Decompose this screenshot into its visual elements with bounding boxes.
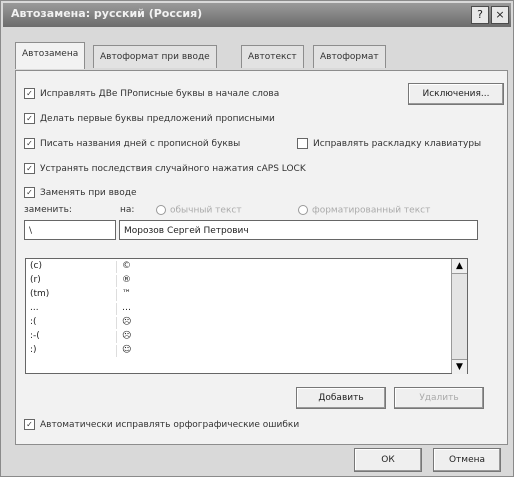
tab-autotext[interactable]: Автотекст [241,45,304,68]
option-capitalize-first-letter[interactable]: ✓ Делать первые буквы предложений прописн… [24,113,275,124]
formatted-text-option[interactable]: форматированный текст [298,205,430,216]
replacement-list[interactable]: (c) © (r) ® (tm) ™ ... … :( ☹ :-( ☹ :) ☺ ▲ ▼ [25,258,468,374]
with-label: на: [120,205,135,215]
option-two-initial-caps[interactable]: ✓ Исправлять ДВе ПРописные буквы в начале… [24,88,279,99]
list-item[interactable]: ... … [26,303,467,315]
list-item-value: ☺ [122,345,132,355]
checkbox[interactable]: ✓ [24,163,35,174]
window-title: Автозамена: русский (Россия) [11,7,203,20]
tab-autoformat[interactable]: Автоформат [313,45,386,68]
radio-button[interactable] [298,205,308,215]
option-label: Заменять при вводе [40,188,137,198]
option-label: Писать названия дней с прописной буквы [40,139,241,149]
list-item[interactable]: (tm) ™ [26,289,467,301]
checkbox[interactable] [297,138,308,149]
list-item[interactable]: (c) © [26,261,467,273]
with-input[interactable]: Морозов Сергей Петрович [119,220,478,240]
list-item-value: ☹ [122,317,132,327]
option-label: Делать первые буквы предложений прописны… [40,114,275,124]
option-capitalize-day-names[interactable]: ✓ Писать названия дней с прописной буквы [24,138,240,149]
list-item-key: (r) [30,275,41,285]
option-keyboard-layout[interactable]: Исправлять раскладку клавиатуры [297,138,481,149]
list-item-key: ... [30,303,39,313]
title-bar: Автозамена: русский (Россия) ? × [3,3,511,27]
list-item-key: (tm) [30,289,50,299]
column-divider [116,289,117,301]
help-button[interactable]: ? [471,6,489,24]
plain-text-option[interactable]: обычный текст [156,205,242,216]
exceptions-button[interactable]: Исключения... [408,83,504,105]
add-button[interactable]: Добавить [296,387,386,409]
list-item-key: :) [30,345,37,355]
column-divider [116,303,117,315]
list-item-value: ☹ [122,331,132,341]
list-item-key: :( [30,317,37,327]
checkbox[interactable]: ✓ [24,88,35,99]
option-label: Исправлять раскладку клавиатуры [313,139,482,149]
option-label: Устранять последствия случайного нажатия… [40,164,306,174]
list-item-value: © [122,261,131,271]
cancel-button[interactable]: Отмена [433,448,501,472]
list-item-key: :-( [30,331,40,341]
delete-button[interactable]: Удалить [394,387,484,409]
list-item-value: ® [122,275,131,285]
list-item-value: ™ [122,289,131,299]
tab-autoformat-as-you-type[interactable]: Автоформат при вводе [93,45,217,68]
option-label: Исправлять ДВе ПРописные буквы в начале … [40,89,280,99]
list-item-value: … [122,303,131,313]
checkbox[interactable]: ✓ [24,187,35,198]
scroll-down-icon[interactable]: ▼ [452,359,467,374]
plain-text-label: обычный текст [170,205,242,216]
checkbox[interactable]: ✓ [24,138,35,149]
radio-button[interactable] [156,205,166,215]
checkbox[interactable]: ✓ [24,113,35,124]
checkbox[interactable]: ✓ [24,419,35,430]
list-item[interactable]: :-( ☹ [26,331,467,343]
list-item-key: (c) [30,261,42,271]
formatted-text-label: форматированный текст [312,205,431,216]
scroll-up-icon[interactable]: ▲ [452,259,467,274]
option-caps-lock[interactable]: ✓ Устранять последствия случайного нажати… [24,163,306,174]
replace-input[interactable]: \ [24,220,116,240]
list-item[interactable]: :) ☺ [26,345,467,357]
column-divider [116,317,117,329]
option-replace-as-you-type[interactable]: ✓ Заменять при вводе [24,187,137,198]
option-auto-spell-correct[interactable]: ✓ Автоматически исправлять орфографически… [24,419,299,430]
ok-button[interactable]: ОК [354,448,422,472]
list-scrollbar[interactable]: ▲ ▼ [451,259,467,374]
option-label: Автоматически исправлять орфографические… [40,420,300,430]
list-item[interactable]: :( ☹ [26,317,467,329]
column-divider [116,345,117,357]
column-divider [116,331,117,343]
autocorrect-dialog: Автозамена: русский (Россия) ? × Автозам… [0,0,514,477]
tab-autocorrect[interactable]: Автозамена [15,42,86,69]
column-divider [116,261,117,273]
replace-label: заменить: [24,205,72,215]
list-item[interactable]: (r) ® [26,275,467,287]
close-button[interactable]: × [491,6,509,24]
column-divider [116,275,117,287]
